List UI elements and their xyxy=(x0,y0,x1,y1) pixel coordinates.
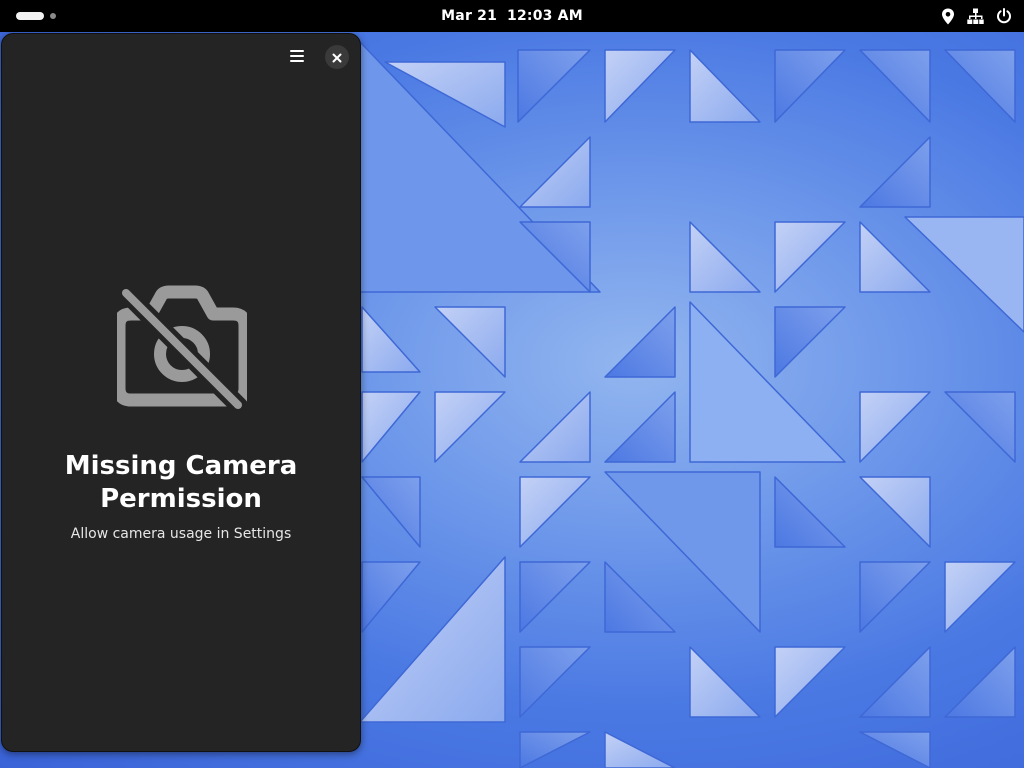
workspace-indicator xyxy=(50,13,56,19)
system-tray[interactable] xyxy=(939,0,1012,32)
active-workspace-indicator xyxy=(16,12,44,20)
location-icon xyxy=(939,8,956,25)
status-title: Missing Camera Permission xyxy=(64,451,298,514)
camera-disabled-icon xyxy=(112,283,252,415)
power-icon xyxy=(995,8,1012,25)
activities-indicator[interactable] xyxy=(16,11,60,21)
clock-date: Mar 21 xyxy=(441,8,498,24)
camera-app-window[interactable]: Missing Camera Permission Allow camera u… xyxy=(1,33,361,752)
network-icon xyxy=(967,8,984,25)
status-page: Missing Camera Permission Allow camera u… xyxy=(2,34,360,751)
clock-time: 12:03 AM xyxy=(507,8,583,24)
status-description: Allow camera usage in Settings xyxy=(70,526,292,542)
top-bar: Mar 21 12:03 AM xyxy=(0,0,1024,32)
clock[interactable]: Mar 21 12:03 AM xyxy=(0,0,1024,32)
